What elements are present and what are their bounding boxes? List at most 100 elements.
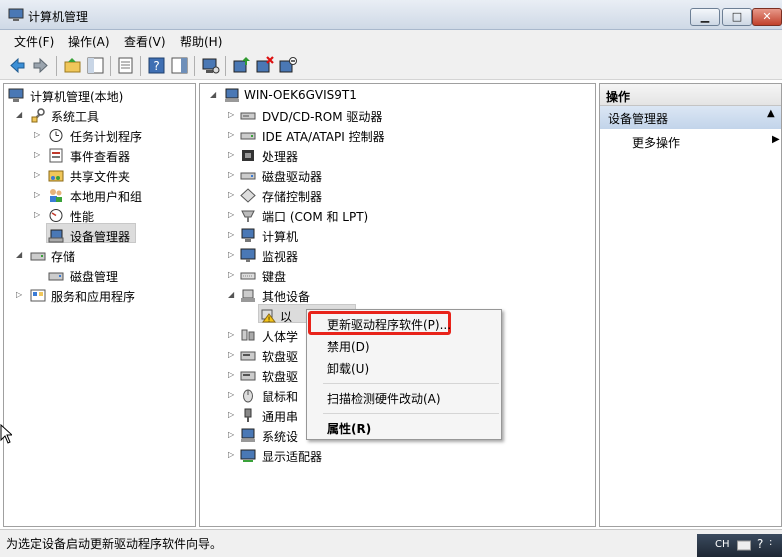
hid-icon (241, 329, 255, 341)
language-indicator[interactable]: CH (715, 539, 730, 550)
device-category-label: 软盘驱 (262, 350, 299, 364)
menu-action[interactable]: 操作(A) (68, 33, 110, 50)
actions-header: 操作 (600, 84, 781, 106)
expand-arrow-icon[interactable]: ▷ (228, 130, 237, 139)
device-category-label: 人体学 (262, 330, 299, 344)
menu-item-properties[interactable]: 属性(R) (327, 420, 371, 437)
expand-arrow-icon[interactable]: ▷ (16, 290, 25, 299)
expand-arrow-icon[interactable]: ▷ (228, 450, 237, 459)
update-driver-icon[interactable] (232, 56, 251, 75)
disable-device-icon[interactable] (278, 56, 297, 75)
scan-hardware-icon[interactable] (201, 56, 220, 75)
device-category-label: 计算机 (262, 230, 299, 244)
expand-arrow-icon[interactable]: ▷ (34, 170, 43, 179)
menu-item-disable[interactable]: 禁用(D) (327, 338, 370, 355)
other-devices-icon (241, 289, 255, 302)
options-icon[interactable]: : (769, 537, 772, 548)
dvd-drive-icon (240, 112, 256, 120)
menu-item-scan-hardware[interactable]: 扫描检测硬件改动(A) (327, 390, 441, 407)
shared-folder-icon (48, 170, 64, 182)
up-folder-icon[interactable] (63, 56, 82, 75)
menu-item-update-driver[interactable]: 更新驱动程序软件(P)... (327, 316, 451, 333)
minimize-icon: ▁ (700, 10, 710, 23)
more-actions-link[interactable]: 更多操作 (632, 134, 680, 151)
display-adapter-icon (240, 449, 256, 462)
users-icon (50, 189, 62, 202)
menu-help[interactable]: 帮助(H) (180, 33, 222, 50)
menu-file[interactable]: 文件(F) (14, 33, 54, 50)
collapse-arrow-icon[interactable]: ◢ (210, 90, 219, 99)
help-icon[interactable]: ? (147, 56, 166, 75)
clock-icon (49, 129, 63, 142)
expand-arrow-icon[interactable]: ▷ (228, 230, 237, 239)
ide-controller-icon (240, 132, 256, 140)
expand-arrow-icon[interactable]: ▷ (228, 170, 237, 179)
tools-icon (31, 108, 45, 123)
tree-item-label: 计算机管理(本地) (30, 90, 124, 104)
floppy-drive-icon (240, 351, 256, 361)
tree-item-label: 系统工具 (51, 110, 100, 124)
device-tree-pane[interactable]: ◢ WIN-OEK6GVIS9T1 ▷ DVD/CD-ROM 驱动器 ▷ IDE… (199, 83, 596, 527)
expand-arrow-icon[interactable]: ▷ (228, 350, 237, 359)
show-hide-tree-icon[interactable] (86, 56, 105, 75)
device-category-label: 磁盘驱动器 (262, 170, 323, 184)
help-circle-icon[interactable]: ? (757, 537, 763, 551)
minimize-button[interactable]: ▁ (690, 8, 720, 26)
close-button[interactable]: ✕ (752, 8, 782, 26)
computer-icon (241, 228, 255, 242)
expand-arrow-icon[interactable]: ▷ (228, 190, 237, 199)
expand-arrow-icon[interactable]: ▷ (34, 130, 43, 139)
usb-icon (244, 408, 252, 422)
mouse-icon (243, 389, 253, 403)
collapse-up-icon[interactable]: ▲ (767, 108, 775, 119)
actions-section-device-manager[interactable]: 设备管理器 ▲ (600, 106, 781, 129)
storage-icon (30, 252, 46, 261)
system-tray: CH ? : (697, 534, 782, 557)
mouse-cursor-icon (0, 424, 12, 444)
device-category-label: 处理器 (262, 150, 299, 164)
expand-arrow-icon[interactable]: ▷ (228, 370, 237, 379)
device-category-label: 存储控制器 (262, 190, 323, 204)
console-tree-pane[interactable]: 计算机管理(本地) ◢ 系统工具 ▷ 任务计划程序 ▷ 事件查看器 ▷ 共享文件… (3, 83, 196, 527)
maximize-button[interactable]: □ (722, 8, 752, 26)
expand-arrow-icon[interactable]: ▷ (34, 190, 43, 199)
keyboard-icon[interactable] (737, 540, 751, 551)
collapse-arrow-icon[interactable]: ◢ (16, 110, 25, 119)
expand-arrow-icon[interactable]: ▷ (228, 250, 237, 259)
expand-arrow-icon[interactable]: ▷ (228, 330, 237, 339)
collapse-arrow-icon[interactable]: ◢ (16, 250, 25, 259)
device-category-label: 其他设备 (262, 290, 311, 304)
tree-item-label: 服务和应用程序 (51, 290, 136, 304)
expand-arrow-icon[interactable]: ▷ (228, 410, 237, 419)
device-category-label: 监视器 (262, 250, 299, 264)
actions-header-label: 操作 (606, 90, 631, 104)
disk-drive-icon (240, 172, 256, 180)
performance-icon (49, 209, 63, 222)
expand-arrow-icon[interactable]: ▷ (228, 270, 237, 279)
warning-device-icon: ! (261, 309, 276, 323)
computer-name: WIN-OEK6GVIS9T1 (244, 88, 357, 102)
expand-arrow-icon[interactable]: ▷ (228, 210, 237, 219)
expand-arrow-icon[interactable]: ▷ (228, 390, 237, 399)
expand-arrow-icon[interactable]: ▷ (228, 430, 237, 439)
uninstall-driver-icon[interactable] (255, 56, 274, 75)
action-pane-icon[interactable] (170, 56, 189, 75)
event-viewer-icon (49, 148, 63, 163)
tree-item-label: 设备管理器 (70, 230, 131, 244)
collapse-arrow-icon[interactable]: ◢ (228, 290, 237, 299)
expand-arrow-icon[interactable]: ▷ (228, 110, 237, 119)
expand-arrow-icon[interactable]: ▷ (34, 150, 43, 159)
computer-management-icon (8, 88, 24, 102)
device-category-label: 键盘 (262, 270, 287, 284)
back-icon[interactable] (8, 56, 27, 75)
expand-arrow-icon[interactable]: ▷ (228, 150, 237, 159)
menu-bar: 文件(F) 操作(A) 查看(V) 帮助(H) (0, 30, 782, 51)
computer-management-icon (8, 8, 24, 21)
title-bar: 计算机管理 ▁ □ ✕ (0, 0, 782, 30)
expand-arrow-icon[interactable]: ▷ (34, 210, 43, 219)
menu-view[interactable]: 查看(V) (124, 33, 166, 50)
properties-icon[interactable] (116, 56, 135, 75)
menu-item-uninstall[interactable]: 卸载(U) (327, 360, 369, 377)
forward-icon[interactable] (31, 56, 50, 75)
chevron-right-icon: ▶ (772, 134, 780, 145)
